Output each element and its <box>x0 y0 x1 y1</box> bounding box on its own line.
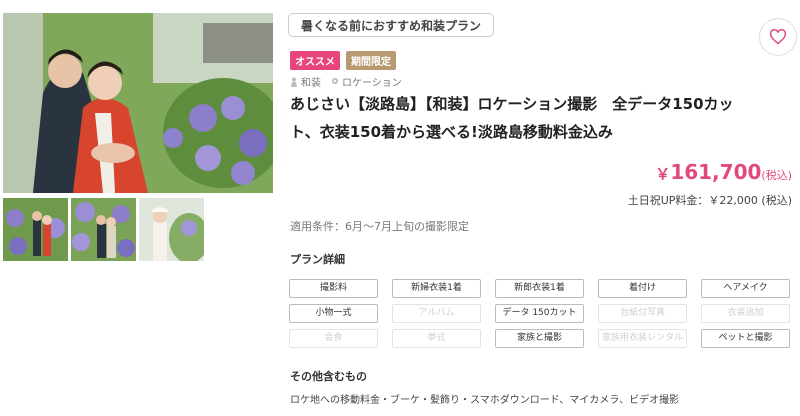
plan-title[interactable]: あじさい【淡路島】【和装】ロケーション撮影 全データ150カット、衣装150着か… <box>290 90 760 146</box>
plan-details-title: プラン詳細 <box>290 253 345 266</box>
plan-item: 衣装追加 <box>701 304 790 323</box>
recommend-badge: オススメ <box>290 51 340 70</box>
heart-icon <box>769 29 787 45</box>
price-tax: (税込) <box>761 169 792 182</box>
plan-item: アルバム <box>392 304 481 323</box>
tag-location: ロケーション <box>331 74 402 89</box>
plan-item: データ 150カット <box>495 304 584 323</box>
thumbnail-3[interactable] <box>139 198 204 261</box>
badge-group: オススメ 期間限定 <box>290 51 396 70</box>
pin-icon <box>332 77 338 84</box>
thumbnail-2[interactable] <box>71 198 136 261</box>
plan-item: 着付け <box>598 279 687 298</box>
catch-copy: 暑くなる前におすすめ和装プラン <box>288 13 495 37</box>
plan-item: 撮影料 <box>289 279 378 298</box>
plan-price: ￥161,700(税込) <box>655 160 792 184</box>
plan-item: 小物一式 <box>289 304 378 323</box>
plan-item: 会食 <box>289 329 378 348</box>
plan-item: ペットと撮影 <box>701 329 790 348</box>
plan-item: ヘアメイク <box>701 279 790 298</box>
limited-badge: 期間限定 <box>346 51 396 70</box>
tag-location-label: ロケーション <box>342 78 402 89</box>
price-yen: ￥ <box>655 165 671 183</box>
favorite-button[interactable] <box>759 18 797 56</box>
main-photo[interactable] <box>3 13 273 193</box>
plan-item: 家族と撮影 <box>495 329 584 348</box>
tag-wasou-label: 和装 <box>301 78 321 89</box>
plan-item: 挙式 <box>392 329 481 348</box>
plan-details-grid: 撮影料 新婦衣装1着 新郎衣装1着 着付け ヘアメイク小物一式 アルバム データ 150カッ… <box>289 279 793 348</box>
plan-item: 新婦衣装1着 <box>392 279 481 298</box>
holiday-price: 土日祝UP料金：￥22,000 (税込) <box>627 194 792 207</box>
other-included-title: その他含むもの <box>290 370 367 383</box>
tag-group: 和装 ロケーション <box>290 74 402 89</box>
price-amount: 161,700 <box>670 160 762 184</box>
plan-item: 新郎衣装1着 <box>495 279 584 298</box>
tag-wasou: 和装 <box>290 74 321 89</box>
conditions: 適用条件：6月〜7月上旬の撮影限定 <box>290 220 469 233</box>
plan-item: 家族用衣装レンタル <box>598 329 687 348</box>
person-icon <box>291 77 297 87</box>
thumbnail-1[interactable] <box>3 198 68 261</box>
plan-item: 台紙付写真 <box>598 304 687 323</box>
other-included-text: ロケ地への移動料金・ブーケ・髪飾り・スマホダウンロード、マイカメラ、ビデオ撮影 <box>290 395 680 406</box>
